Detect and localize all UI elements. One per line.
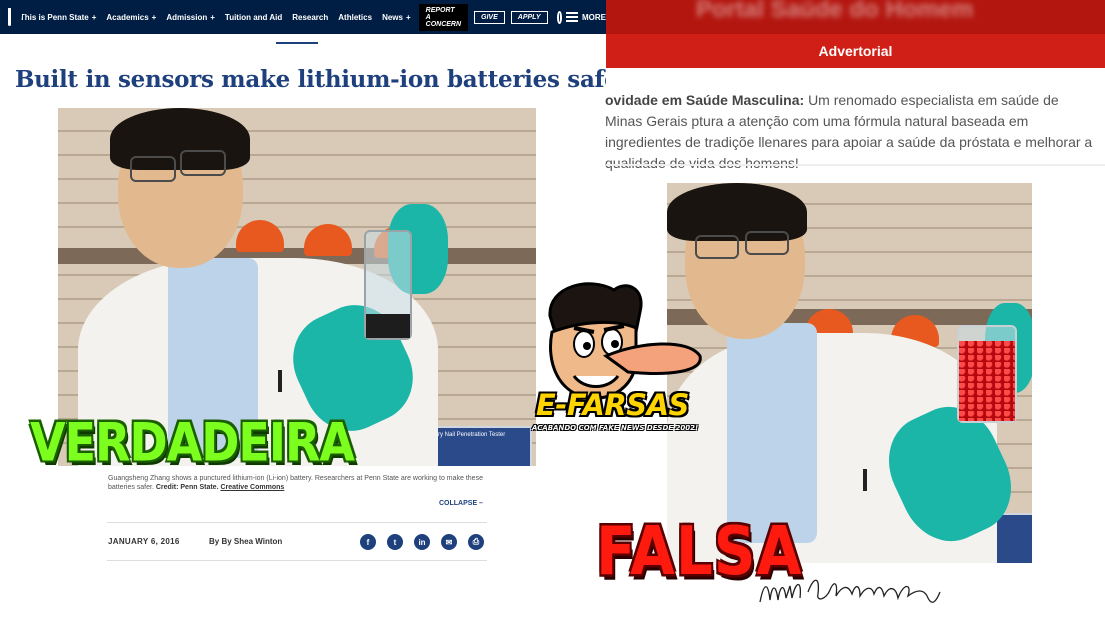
- nav-admission[interactable]: Admission +: [166, 13, 215, 22]
- fake-site-name: Portal Saúde do Homem: [696, 0, 974, 23]
- divider: [107, 560, 487, 561]
- article-author: By By Shea Winton: [209, 537, 283, 546]
- photo-caption: Guangsheng Zhang shows a punctured lithi…: [108, 475, 483, 491]
- psu-shield-logo[interactable]: [8, 8, 22, 26]
- nav-this-is-penn-state[interactable]: This is Penn State +: [20, 13, 97, 22]
- email-icon[interactable]: ✉: [441, 534, 457, 550]
- title-accent-rule: [276, 42, 318, 44]
- twitter-icon[interactable]: t: [387, 534, 403, 550]
- search-icon[interactable]: [556, 10, 562, 24]
- psu-top-nav: This is Penn State + Academics + Admission…: [0, 0, 606, 34]
- article-date: JANUARY 6, 2016: [108, 537, 180, 546]
- nav-tuition-and-aid[interactable]: Tuition and Aid: [225, 13, 282, 22]
- collapse-button[interactable]: COLLAPSE –: [439, 500, 483, 507]
- menu-icon[interactable]: [566, 12, 578, 22]
- facebook-icon[interactable]: f: [360, 534, 376, 550]
- nav-research[interactable]: Research: [292, 13, 328, 22]
- creative-commons-link[interactable]: Creative Commons: [220, 484, 284, 491]
- device-label: Battery Nail Penetration Tester: [424, 432, 506, 438]
- report-concern-button[interactable]: REPORT A CONCERN: [418, 3, 469, 31]
- linkedin-icon[interactable]: in: [414, 534, 430, 550]
- apply-button[interactable]: APPLY: [510, 10, 548, 24]
- fake-article-photo: [667, 183, 1032, 563]
- share-bar: f t in ✉ ⎙: [360, 534, 484, 550]
- nav-news[interactable]: News +: [382, 13, 411, 22]
- e-farsas-tagline: ACABANDO COM FAKE NEWS DESDE 2002!: [532, 424, 699, 432]
- signature-graphic: [759, 579, 941, 603]
- fake-article-text: ovidade em Saúde Masculina: Um renomado …: [605, 92, 1093, 171]
- give-button[interactable]: GIVE: [474, 10, 505, 24]
- fake-site-header: Portal Saúde do Homem: [606, 0, 1105, 34]
- e-farsas-logo-text: E-FARSAS: [536, 388, 689, 422]
- more-label[interactable]: MORE: [582, 13, 606, 22]
- advertorial-band: Advertorial: [606, 34, 1105, 68]
- nav-academics[interactable]: Academics +: [106, 13, 156, 22]
- divider: [107, 522, 487, 523]
- true-label: VERDADEIRA: [30, 410, 355, 474]
- print-icon[interactable]: ⎙: [468, 534, 484, 550]
- article-title: Built in sensors make lithium-ion batter…: [15, 66, 631, 93]
- real-article-page: This is Penn State + Academics + Admission…: [0, 0, 631, 620]
- nav-athletics[interactable]: Athletics: [338, 13, 372, 22]
- divider: [606, 164, 1105, 166]
